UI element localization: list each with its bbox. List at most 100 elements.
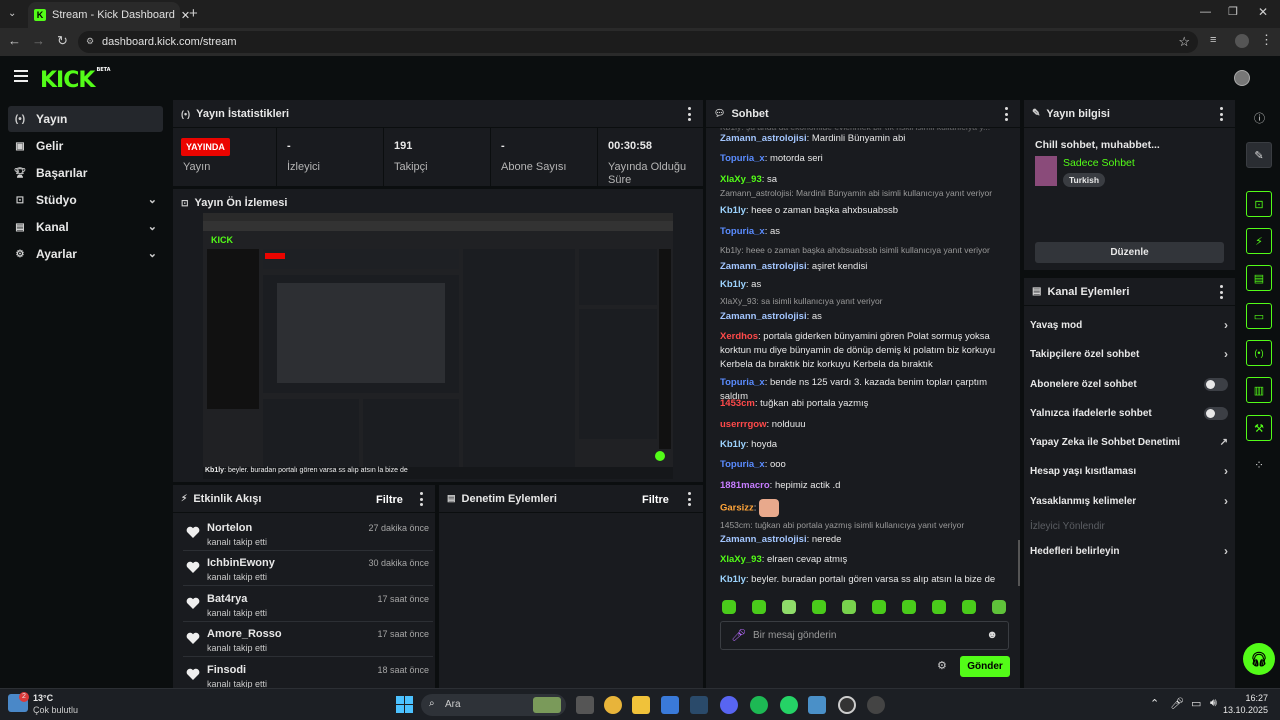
profile-avatar-icon[interactable] (1235, 34, 1249, 48)
sidebar-item-studyo[interactable]: ⊡ Stüdyo ⌄ (8, 187, 163, 213)
emote-icon[interactable] (932, 600, 946, 614)
chat-username[interactable]: Kb1ly (720, 279, 746, 290)
category-name[interactable]: Sadece Sohbet (1063, 157, 1135, 169)
chat-username[interactable]: Zamann_astrolojisi (720, 534, 807, 545)
activity-username[interactable]: Nortelon (207, 522, 252, 534)
spotify-icon[interactable] (750, 696, 768, 714)
chat-username[interactable]: Zamann_astrolojisi (720, 133, 807, 144)
chat-username[interactable]: Garsizz (720, 503, 754, 514)
hamburger-menu-icon[interactable] (14, 70, 28, 82)
broadcast-icon[interactable]: (•) (1246, 340, 1272, 366)
emote-icon[interactable] (842, 600, 856, 614)
subscribers-only-toggle[interactable] (1204, 377, 1228, 391)
minimize-icon[interactable]: — (1200, 6, 1211, 18)
chat-settings-gear-icon[interactable]: ⚙ (937, 659, 947, 672)
back-icon[interactable]: ← (8, 33, 21, 48)
taskbar-search[interactable]: ⌕ Ara (421, 694, 566, 716)
reading-list-icon[interactable]: ≡ (1210, 34, 1216, 46)
browser-tab-active[interactable]: K Stream - Kick Dashboard ✕ (28, 2, 190, 28)
chevron-down-icon[interactable]: ⌄ (148, 193, 157, 206)
edit-button[interactable]: Düzenle (1035, 242, 1224, 263)
chat-username[interactable]: Zamann_astrolojisi (720, 311, 807, 322)
chat-username[interactable]: XlaXy_93 (720, 554, 762, 565)
emote-only-toggle[interactable] (1204, 406, 1228, 420)
action-account-age[interactable]: Hesap yaşı kısıtlaması › (1030, 458, 1228, 484)
edit-stream-icon[interactable]: ✎ (1246, 142, 1272, 168)
chat-username[interactable]: XlaXy_93 (720, 174, 762, 185)
chat-username[interactable]: Xerdhos (720, 331, 758, 342)
stream-preview-video[interactable]: KICK Kb1ly: beyler. buradan portalı göre… (203, 213, 673, 479)
more-options-icon[interactable] (1219, 285, 1223, 299)
sidebar-item-kanal[interactable]: ▤ Kanal ⌄ (8, 214, 163, 240)
sidebar-item-yayin[interactable]: (•) Yayın (8, 106, 163, 132)
chat-username[interactable]: Topuria_x (720, 226, 765, 237)
taskbar-date[interactable]: 13.10.2025 (1222, 705, 1268, 715)
info-icon[interactable]: ⓘ (1254, 110, 1265, 126)
more-options-icon[interactable] (419, 492, 423, 506)
tray-chevron-icon[interactable]: ⌃ (1150, 697, 1159, 710)
wrench-icon[interactable]: ⚒ (1246, 415, 1272, 441)
forward-icon[interactable]: → (32, 33, 45, 48)
chat-username[interactable]: Kb1ly (720, 205, 746, 216)
discord-icon[interactable] (720, 696, 738, 714)
layout-icon[interactable]: ▥ (1246, 377, 1272, 403)
microphone-tray-icon[interactable]: 🎤︎ (1170, 697, 1184, 710)
browser-menu-icon[interactable]: ⋮ (1260, 32, 1273, 48)
notes-icon[interactable]: ▤ (1246, 265, 1272, 291)
send-button[interactable]: Gönder (960, 656, 1010, 677)
chrome-icon[interactable] (604, 696, 622, 714)
lightning-icon[interactable]: ⚡︎ (1246, 228, 1272, 254)
taskbar-time[interactable]: 16:27 (1236, 693, 1268, 703)
media-player-icon[interactable] (867, 696, 885, 714)
close-window-icon[interactable]: ✕ (1258, 5, 1268, 19)
task-view-icon[interactable] (576, 696, 594, 714)
chat-input[interactable]: 🎤︎ Bir mesaj gönderin ☻ (720, 621, 1009, 650)
address-bar[interactable]: ⚙ dashboard.kick.com/stream ☆ (78, 31, 1198, 53)
steam-icon[interactable] (690, 696, 708, 714)
more-tools-icon[interactable]: ⁘ (1254, 458, 1264, 472)
activity-username[interactable]: IchbinEwony (207, 557, 275, 569)
action-ai-moderation[interactable]: Yapay Zeka ile Sohbet Denetimi ↗ (1030, 429, 1228, 455)
more-options-icon[interactable] (1004, 107, 1008, 121)
clip-icon[interactable]: ⊡ (1246, 191, 1272, 217)
app-icon[interactable] (808, 696, 826, 714)
action-slow-mode[interactable]: Yavaş mod › (1030, 312, 1228, 338)
sidebar-item-gelir[interactable]: ▣ Gelir (8, 133, 163, 159)
more-options-icon[interactable] (687, 107, 691, 121)
bookmark-star-icon[interactable]: ☆ (1178, 34, 1190, 50)
obs-icon[interactable] (838, 696, 856, 714)
emote-icon[interactable] (722, 600, 736, 614)
display-tray-icon[interactable]: ▭ (1191, 697, 1201, 710)
user-avatar[interactable] (1234, 70, 1250, 86)
action-banned-words[interactable]: Yasaklanmış kelimeler › (1030, 488, 1228, 514)
action-followers-only[interactable]: Takipçilere özel sohbet › (1030, 341, 1228, 367)
store-icon[interactable] (661, 696, 679, 714)
sidebar-item-basarilar[interactable]: 🏆︎ Başarılar (8, 160, 163, 186)
tab-search-icon[interactable]: ⌄ (8, 8, 16, 19)
chat-username[interactable]: Kb1ly (720, 439, 746, 450)
sidebar-item-ayarlar[interactable]: ⚙ Ayarlar ⌄ (8, 241, 163, 267)
activity-filter-button[interactable]: Filtre (376, 494, 403, 506)
volume-tray-icon[interactable]: 🔊︎ (1210, 697, 1217, 710)
chat-username[interactable]: Zamann_astrolojisi (720, 261, 807, 272)
emote-icon[interactable] (782, 600, 796, 614)
file-explorer-icon[interactable] (632, 696, 650, 714)
site-info-icon[interactable]: ⚙ (86, 36, 94, 47)
more-options-icon[interactable] (1219, 107, 1223, 121)
emote-icon[interactable] (752, 600, 766, 614)
moderation-filter-button[interactable]: Filtre (642, 494, 669, 506)
chat-username[interactable]: Topuria_x (720, 377, 765, 388)
emote-icon[interactable] (872, 600, 886, 614)
emote-icon[interactable] (902, 600, 916, 614)
activity-username[interactable]: Finsodi (207, 664, 246, 676)
kick-logo[interactable]: KICK BETA (40, 67, 111, 93)
restore-icon[interactable]: ❐ (1228, 5, 1238, 18)
activity-username[interactable]: Amore_Rosso (207, 628, 282, 640)
whatsapp-icon[interactable] (780, 696, 798, 714)
help-headset-icon[interactable]: 🎧︎ (1243, 643, 1275, 675)
emote-icon[interactable] (812, 600, 826, 614)
emoji-icon[interactable]: ☻ (986, 629, 998, 641)
chat-bubble-icon[interactable]: ▭ (1246, 303, 1272, 329)
chat-username[interactable]: 1881macro (720, 480, 770, 491)
chevron-down-icon[interactable]: ⌄ (148, 220, 157, 233)
